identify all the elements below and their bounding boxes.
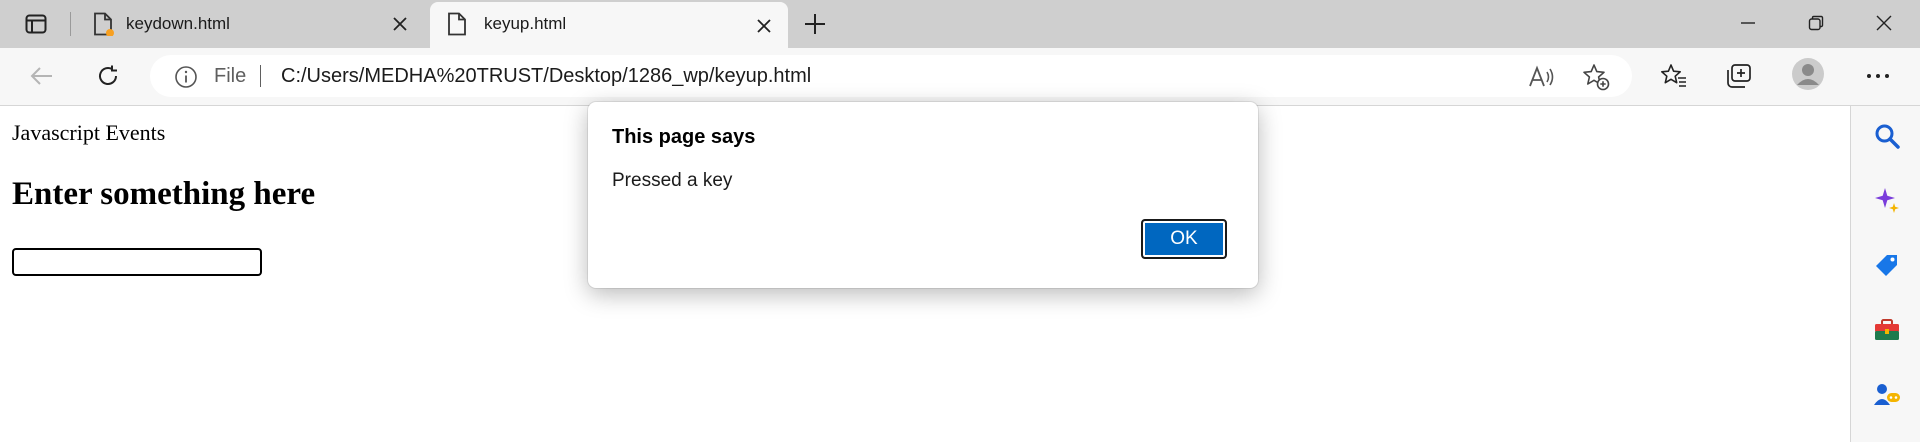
dialog-message: Pressed a key	[612, 170, 733, 191]
tab-keyup[interactable]: keyup.html	[430, 2, 788, 48]
ok-button[interactable]: OK	[1141, 219, 1227, 259]
info-icon[interactable]	[174, 65, 198, 89]
restore-icon[interactable]	[1796, 8, 1836, 38]
tools-icon[interactable]	[1873, 316, 1901, 344]
back-icon[interactable]	[24, 60, 60, 92]
alert-dialog: This page says Pressed a key OK	[588, 102, 1258, 288]
tab-actions-icon[interactable]	[18, 10, 54, 38]
tab-keydown[interactable]: keydown.html	[78, 0, 424, 48]
new-tab-icon[interactable]	[800, 10, 830, 38]
tab-title: keyup.html	[484, 14, 567, 33]
file-icon	[92, 12, 114, 37]
tab-title: keydown.html	[126, 14, 230, 33]
address-url[interactable]: C:/Users/MEDHA%20TRUST/Desktop/1286_wp/k…	[281, 65, 811, 88]
favorites-icon[interactable]	[1656, 60, 1692, 92]
profile-avatar-icon[interactable]	[1790, 58, 1826, 90]
file-icon	[446, 12, 468, 36]
games-icon[interactable]	[1873, 380, 1901, 408]
refresh-icon[interactable]	[90, 60, 126, 92]
edge-sidebar	[1850, 106, 1920, 442]
tab-separator	[70, 12, 71, 36]
page-intro-text: Javascript Events	[12, 120, 166, 145]
more-menu-icon[interactable]	[1860, 60, 1896, 92]
toolbar: File C:/Users/MEDHA%20TRUST/Desktop/1286…	[0, 48, 1920, 106]
collections-icon[interactable]	[1722, 60, 1758, 92]
address-bar[interactable]: File C:/Users/MEDHA%20TRUST/Desktop/1286…	[150, 55, 1632, 97]
add-favorite-icon[interactable]	[1582, 63, 1610, 91]
read-aloud-icon[interactable]	[1528, 64, 1556, 90]
scheme-label: File	[214, 65, 247, 87]
copilot-icon[interactable]	[1873, 186, 1901, 214]
minimize-icon[interactable]	[1728, 8, 1768, 38]
search-icon[interactable]	[1873, 122, 1901, 150]
page-heading: Enter something here	[12, 176, 316, 212]
tab-strip: keydown.html keyup.html	[0, 0, 1920, 48]
window-close-icon[interactable]	[1864, 8, 1904, 38]
close-icon[interactable]	[388, 12, 412, 36]
address-divider	[260, 65, 261, 87]
text-input[interactable]	[12, 248, 262, 276]
close-icon[interactable]	[752, 14, 776, 38]
dialog-title: This page says	[612, 126, 756, 148]
shopping-icon[interactable]	[1873, 252, 1901, 280]
